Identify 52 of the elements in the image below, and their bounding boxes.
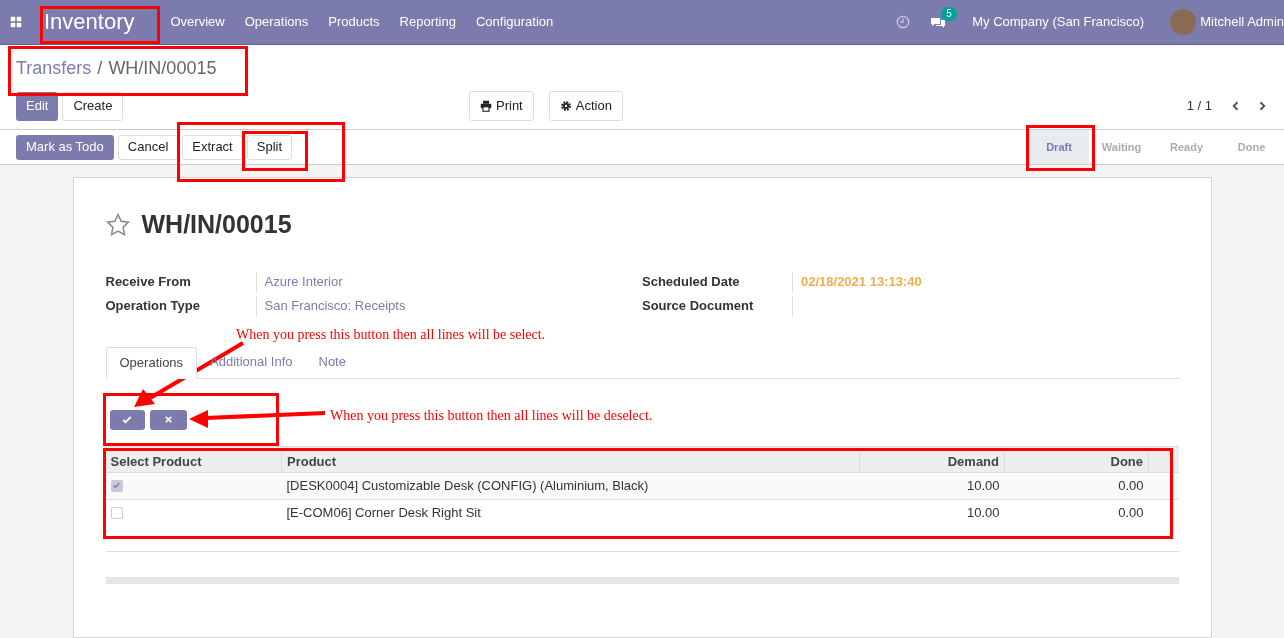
pager-counter: 1 / 1 xyxy=(1186,97,1212,116)
form-tab[interactable]: Additional Info xyxy=(197,346,306,378)
select-all-button[interactable] xyxy=(109,409,145,430)
annotation-note: When you press this button then all lines will be select. xyxy=(236,326,546,344)
form-tab[interactable]: Operations xyxy=(105,346,198,379)
company-name[interactable]: My Company (San Francisco) xyxy=(972,12,1145,32)
nav-menu-item[interactable]: Reporting xyxy=(399,12,456,32)
form-tab[interactable]: Note xyxy=(305,346,359,378)
breadcrumb-current: WH/IN/00015 xyxy=(108,56,217,80)
nav-menu-item[interactable]: Overview xyxy=(170,12,225,32)
record-title: WH/IN/00015 xyxy=(141,209,292,240)
gear-icon xyxy=(559,100,572,112)
row-checkbox[interactable] xyxy=(110,479,123,492)
header-button[interactable]: Extract xyxy=(182,134,243,160)
user-avatar xyxy=(1170,9,1197,35)
header-button[interactable]: Cancel xyxy=(117,134,179,160)
check-icon xyxy=(112,481,121,490)
field-label: Receive From xyxy=(105,272,192,291)
header-button[interactable]: Mark as Todo xyxy=(16,134,114,160)
table-cell: 10.00 xyxy=(859,472,1005,499)
printer-icon xyxy=(480,100,492,112)
field-label: Scheduled Date xyxy=(642,272,741,291)
table-cell: [E-COM06] Corner Desk Right Sit xyxy=(281,499,860,526)
status-step[interactable]: Draft xyxy=(1029,130,1089,164)
field-label: Source Document xyxy=(642,296,755,315)
nav-menu-item[interactable]: Products xyxy=(328,12,380,32)
table-cell: [DESK0004] Customizable Desk (CONFIG) (Aluminium, Black) xyxy=(281,472,860,499)
breadcrumb-link[interactable]: Transfers xyxy=(16,54,92,82)
app-title: Inventory xyxy=(44,10,135,34)
apps-menu-icon[interactable] xyxy=(10,16,22,28)
nav-menu-item[interactable]: Configuration xyxy=(475,12,554,32)
field-link[interactable]: Azure Interior xyxy=(264,271,343,292)
close-icon xyxy=(162,414,174,425)
field-link[interactable]: San Francisco: Receipts xyxy=(264,295,406,316)
deselect-all-button[interactable] xyxy=(149,409,187,430)
star-icon[interactable] xyxy=(105,212,130,237)
user-name[interactable]: Mitchell Admin xyxy=(1200,12,1284,32)
nav-menu-item[interactable]: Operations xyxy=(244,12,309,32)
action-button[interactable]: Print xyxy=(469,91,534,121)
row-checkbox[interactable] xyxy=(110,506,123,519)
table-cell: 0.00 xyxy=(1004,472,1149,499)
clock-icon xyxy=(896,15,911,29)
annotation-box xyxy=(1026,125,1095,171)
field-value: 02/18/2021 13:13:40 xyxy=(801,272,922,291)
table-cell: 10.00 xyxy=(859,499,1005,526)
field-label: Operation Type xyxy=(105,296,201,315)
message-count-badge: 5 xyxy=(941,7,957,21)
action-button[interactable]: Action xyxy=(548,91,623,121)
table-cell: 0.00 xyxy=(1004,499,1149,526)
breadcrumb-separator: / xyxy=(97,56,103,80)
annotation-note: When you press this button then all lines will be deselect. xyxy=(330,407,653,425)
header-button[interactable]: Split xyxy=(246,134,293,160)
